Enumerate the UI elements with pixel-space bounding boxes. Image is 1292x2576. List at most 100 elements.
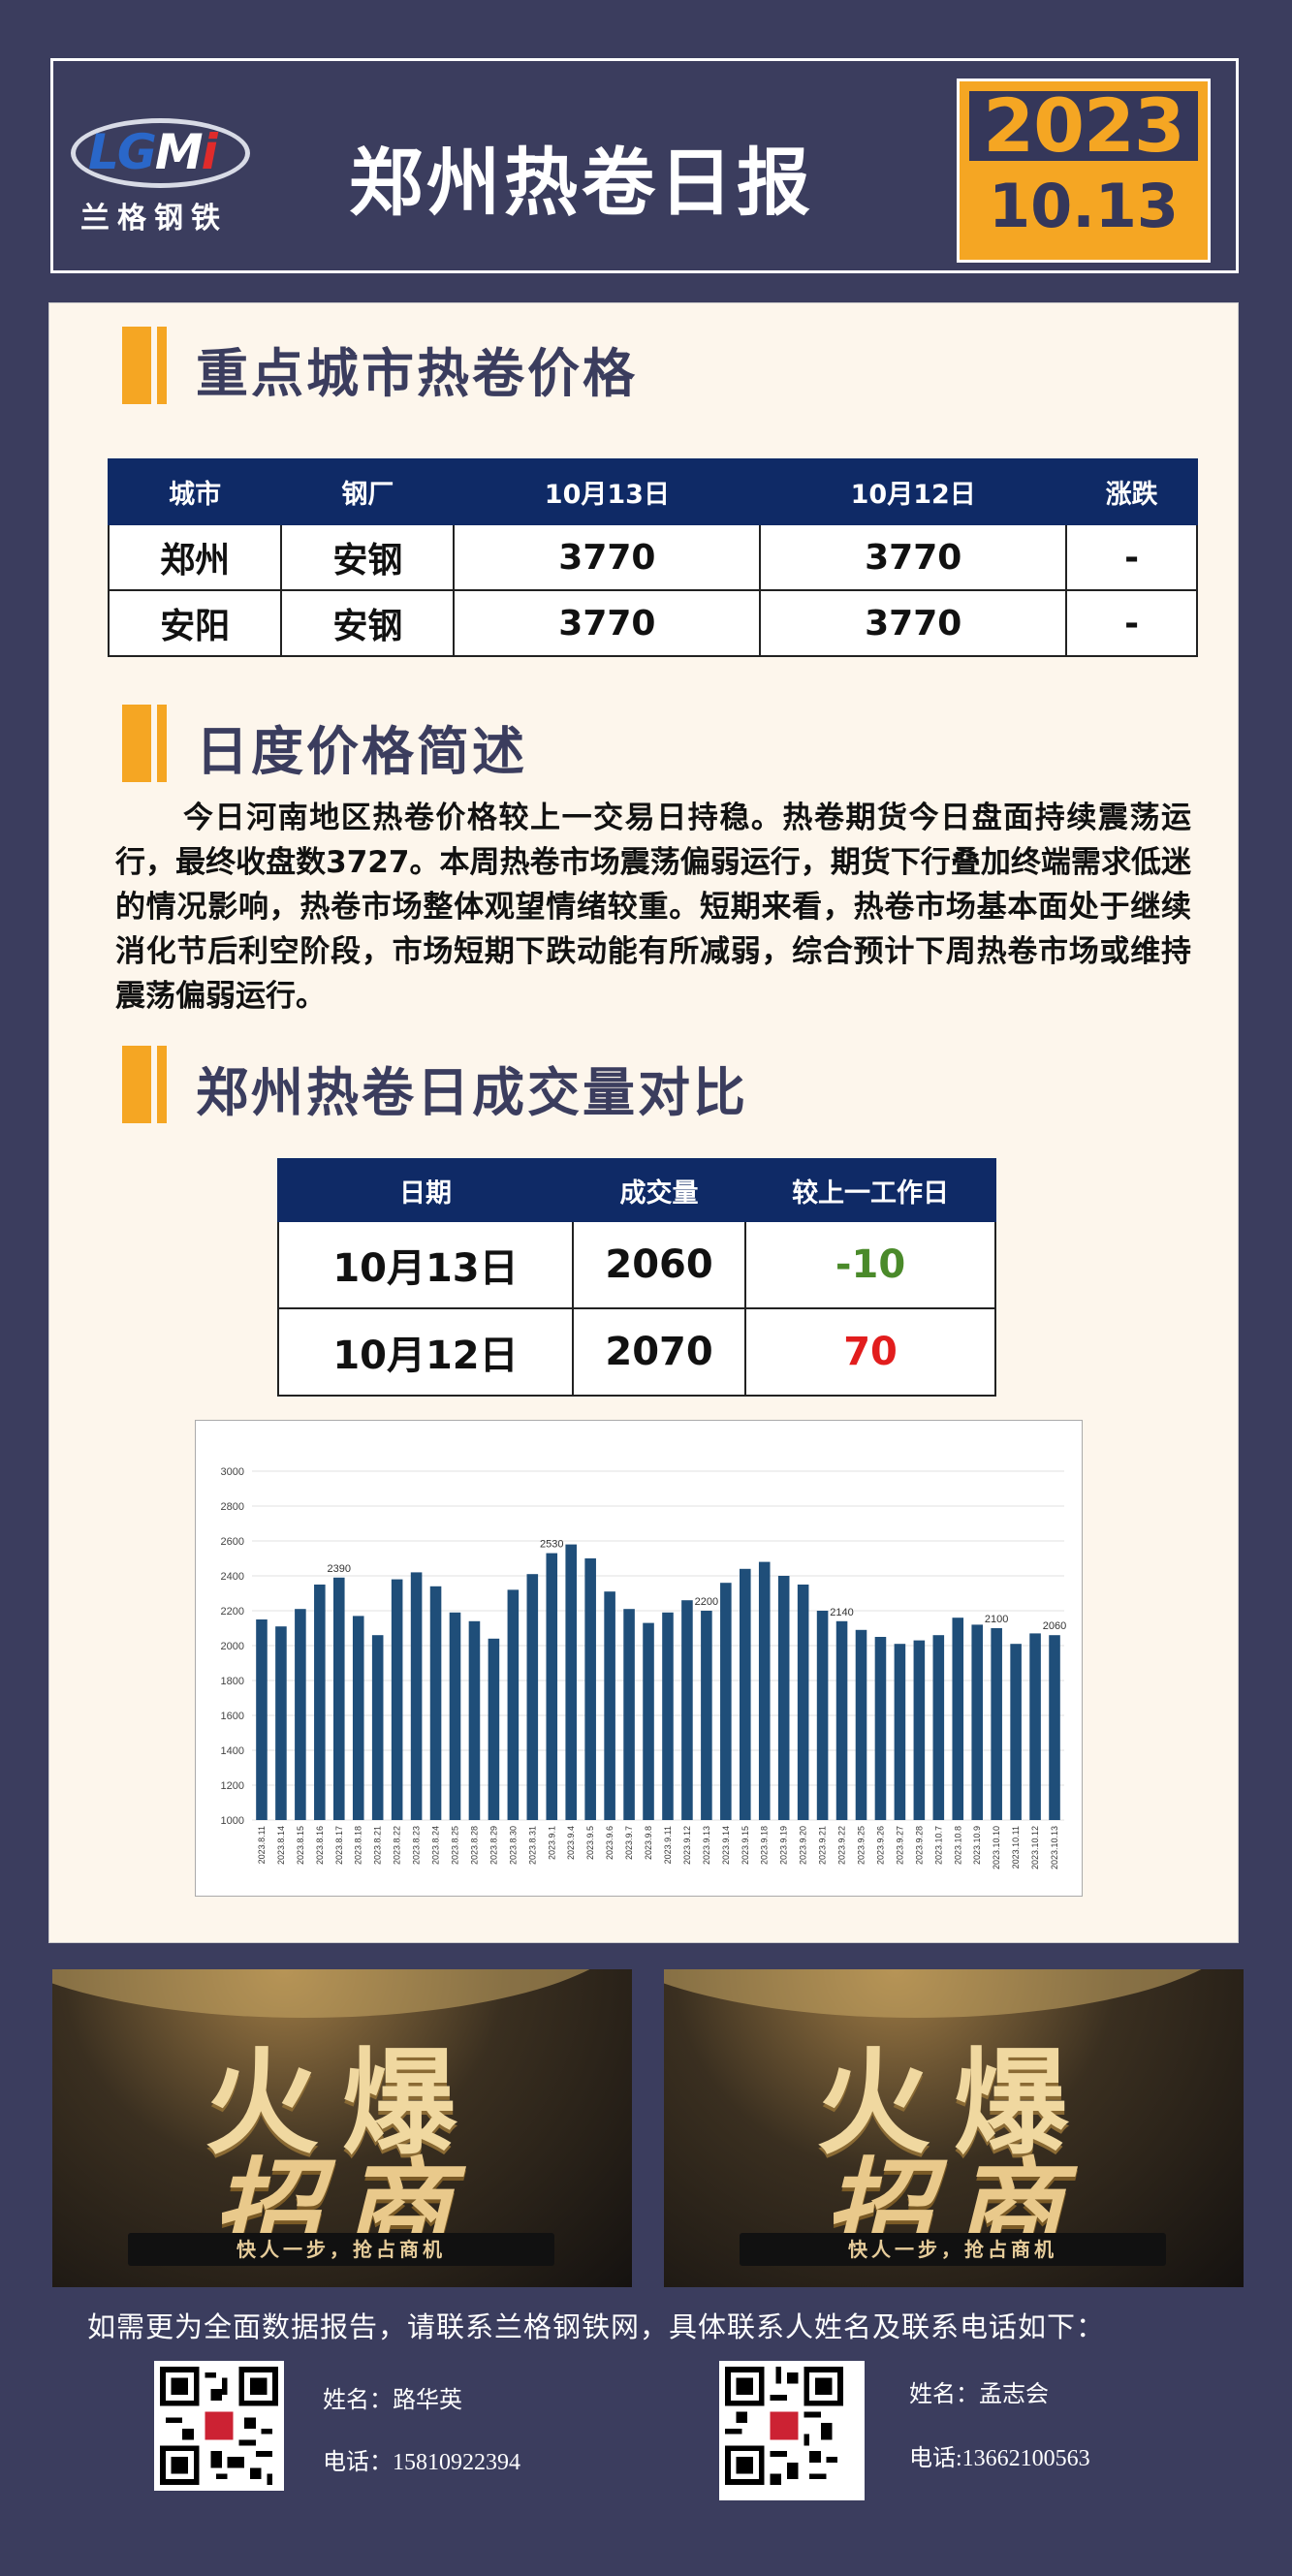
col-header-diff: 较上一工作日	[744, 1158, 996, 1222]
date-year: 2023	[969, 89, 1198, 163]
logo-chinese-name: 兰格钢铁	[80, 202, 228, 236]
qr-code[interactable]	[154, 2361, 284, 2491]
x-tick-label: 2023.9.18	[760, 1826, 770, 1865]
contact-phone[interactable]: 电话：15810922394	[323, 2442, 520, 2476]
table-row: 郑州 安钢 3770 3770 -	[107, 523, 1198, 591]
x-tick-label: 2023.8.11	[257, 1826, 267, 1864]
bar	[835, 1620, 848, 1820]
data-label: 2060	[1043, 1620, 1066, 1632]
bar	[295, 1609, 306, 1820]
bar	[565, 1544, 578, 1820]
heading-accent-bar	[122, 327, 151, 404]
y-tick-label: 2600	[221, 1536, 244, 1548]
x-tick-label: 2023.10.11	[1011, 1826, 1021, 1869]
summary-section-title: 日度价格简述	[196, 721, 527, 782]
bar	[701, 1611, 712, 1820]
heading-accent-bar	[157, 1046, 167, 1123]
chart-canvas: 1000 1200 1400 1600 1800 2000 2200 2400 2600 2800…	[221, 1466, 1067, 1869]
report-header: LGMi 兰格钢铁 郑州热卷日报 2023 10.13	[50, 58, 1239, 273]
x-tick-label: 2023.9.21	[818, 1826, 828, 1865]
y-tick-label: 3000	[221, 1466, 244, 1478]
ad-banner[interactable]: 火爆 招商 快人一步，抢占商机	[664, 1969, 1244, 2287]
x-tick-label: 2023.9.13	[702, 1826, 711, 1865]
qr-code-icon	[725, 2367, 843, 2485]
qr-code-icon	[160, 2367, 278, 2485]
bar	[932, 1635, 945, 1820]
data-label: 2530	[540, 1539, 563, 1551]
bar	[643, 1622, 654, 1820]
x-tick-label: 2023.8.31	[527, 1826, 537, 1865]
bar	[991, 1628, 1002, 1820]
bar	[275, 1626, 287, 1820]
col-header-yesterday: 10月12日	[759, 458, 1068, 525]
table-header-row: 日期 成交量 较上一工作日	[277, 1158, 996, 1222]
data-label: 2390	[328, 1563, 351, 1575]
data-label: 2100	[985, 1614, 1008, 1625]
cell-mill: 安钢	[280, 523, 456, 591]
ad-banner[interactable]: 火爆 招商 快人一步，抢占商机	[52, 1969, 632, 2287]
bar	[797, 1585, 809, 1820]
ad-slogan: 快人一步，抢占商机	[740, 2233, 1166, 2266]
bar	[352, 1616, 364, 1820]
contact-name: 姓名：孟志会	[909, 2382, 1049, 2407]
y-tick-label: 2400	[221, 1571, 244, 1583]
ad-slogan: 快人一步，抢占商机	[128, 2233, 554, 2266]
y-tick-label: 2000	[221, 1641, 244, 1652]
bar	[816, 1611, 829, 1820]
y-tick-label: 1400	[221, 1745, 244, 1757]
y-tick-label: 2200	[221, 1606, 244, 1618]
cell-volume: 2060	[571, 1220, 747, 1309]
date-badge: 2023 10.13	[957, 79, 1211, 263]
cell-mill: 安钢	[280, 589, 456, 657]
x-tick-label: 2023.9.20	[799, 1826, 808, 1865]
x-tick-label: 2023.10.9	[972, 1826, 982, 1865]
x-tick-label: 2023.8.21	[373, 1826, 383, 1865]
bar	[468, 1620, 481, 1820]
y-tick-label: 1000	[221, 1815, 244, 1827]
volume-comparison-table: 日期 成交量 较上一工作日 10月13日 2060 -10 10月12日 207…	[277, 1158, 996, 1397]
cell-date: 10月12日	[277, 1307, 574, 1397]
contact-phone[interactable]: 电话:13662100563	[909, 2438, 1090, 2472]
bar	[894, 1644, 906, 1820]
bar	[971, 1624, 984, 1820]
date-day: 10.13	[988, 171, 1180, 241]
x-tick-label: 2023.8.25	[451, 1826, 460, 1865]
bar	[952, 1618, 964, 1820]
bar	[314, 1585, 326, 1820]
bar	[429, 1586, 442, 1820]
x-tick-label: 2023.9.26	[875, 1826, 885, 1865]
cell-price-today: 3770	[453, 523, 762, 591]
bar	[604, 1591, 615, 1820]
bar	[855, 1629, 867, 1820]
table-row: 10月13日 2060 -10	[277, 1220, 996, 1309]
heading-accent-bar	[122, 705, 151, 782]
x-tick-label: 2023.9.8	[644, 1826, 653, 1860]
x-tick-label: 2023.9.27	[895, 1826, 904, 1865]
x-tick-label: 2023.8.24	[431, 1826, 441, 1865]
bar	[681, 1600, 693, 1820]
qr-code[interactable]	[719, 2361, 865, 2500]
bar	[720, 1583, 732, 1820]
x-tick-label: 2023.8.14	[276, 1826, 286, 1865]
daily-price-summary: 今日河南地区热卷价格较上一交易日持稳。热卷期货今日盘面持续震荡运行，最终收盘数3…	[115, 801, 1191, 1014]
bar	[371, 1635, 384, 1820]
bar	[1010, 1644, 1022, 1820]
x-tick-label: 2023.9.14	[721, 1826, 731, 1865]
data-label: 2200	[695, 1596, 718, 1608]
volume-section-title: 郑州热卷日成交量对比	[196, 1062, 748, 1123]
cell-change: -	[1065, 589, 1198, 657]
col-header-date: 日期	[277, 1158, 574, 1222]
x-tick-label: 2023.9.6	[605, 1826, 614, 1860]
x-tick-label: 2023.9.25	[857, 1826, 867, 1865]
bar	[332, 1577, 345, 1820]
cell-change: -	[1065, 523, 1198, 591]
bar	[623, 1609, 635, 1820]
cell-price-yesterday: 3770	[759, 523, 1068, 591]
x-tick-label: 2023.8.28	[469, 1826, 479, 1865]
y-tick-label: 1200	[221, 1780, 244, 1792]
cell-price-yesterday: 3770	[759, 589, 1068, 657]
data-label: 2140	[830, 1607, 853, 1618]
cell-volume: 2070	[571, 1307, 747, 1397]
col-header-mill: 钢厂	[280, 458, 456, 525]
x-tick-label: 2023.8.29	[488, 1826, 498, 1865]
